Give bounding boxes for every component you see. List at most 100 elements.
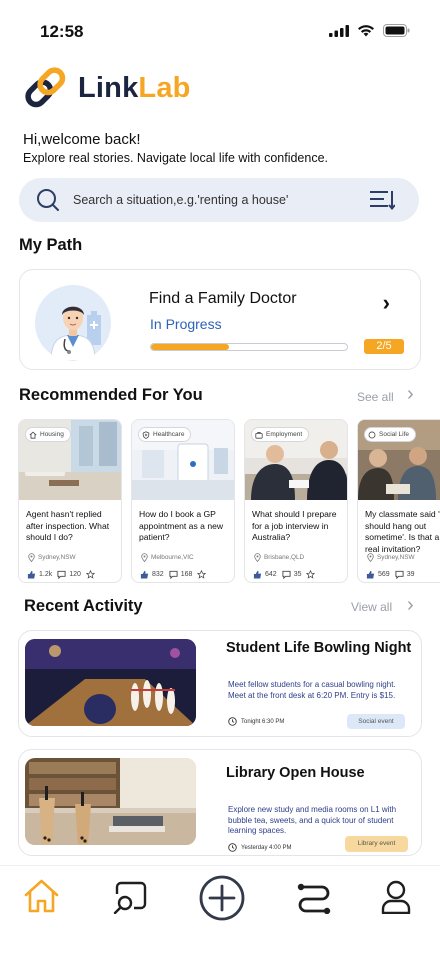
recommended-tag: Employment xyxy=(251,427,310,442)
search-icon xyxy=(37,189,59,211)
activity-title: Library Open House xyxy=(226,765,365,781)
recommended-card-stats: 832 168 xyxy=(140,570,207,579)
recommended-card[interactable]: Employment What should I prepare for a j… xyxy=(244,419,348,583)
shield-health-icon xyxy=(142,430,150,439)
comment-count[interactable]: 168 xyxy=(169,570,192,579)
recommended-card-text: Agent hasn't replied after inspection. W… xyxy=(26,509,110,543)
wifi-icon xyxy=(358,25,374,37)
welcome-subtitle: Explore real stories. Navigate local lif… xyxy=(23,151,329,165)
recommended-tag-label: Social Life xyxy=(379,431,409,438)
location-pin-icon xyxy=(254,553,261,562)
path-card[interactable]: Find a Family Doctor In Progress › 2/5 xyxy=(19,269,421,370)
location-label: Sydney,NSW xyxy=(377,554,415,561)
thumbs-up-icon xyxy=(140,570,149,579)
chevron-right-icon[interactable]: › xyxy=(383,290,390,316)
search-input[interactable]: Search a situation,e.g.'renting a house' xyxy=(73,193,288,207)
star-icon[interactable] xyxy=(306,570,316,579)
bowling-photo xyxy=(25,639,196,726)
chat-bubbles-icon xyxy=(368,431,376,438)
recommended-card-text: My classmate said 'we should hang out so… xyxy=(365,509,440,554)
activity-badge: Library event xyxy=(345,836,408,852)
chain-link-logo-icon xyxy=(25,67,66,108)
path-progress-fill xyxy=(151,344,230,350)
sort-filter-icon[interactable] xyxy=(369,189,395,211)
path-progress-bar xyxy=(150,343,348,351)
recommended-card-location: Brisbane,QLD xyxy=(254,553,304,562)
activity-title: Student Life Bowling Night xyxy=(226,640,412,656)
search-stories-icon[interactable] xyxy=(112,880,148,914)
recommended-card-stats: 1.2k 120 xyxy=(27,570,95,579)
activity-description: Meet fellow students for a casual bowlin… xyxy=(228,680,396,700)
search-bar[interactable]: Search a situation,e.g.'renting a house' xyxy=(19,178,419,222)
activity-description: Explore new study and media rooms on L1 … xyxy=(228,805,397,835)
recent-activity-title: Recent Activity xyxy=(24,597,143,615)
recommended-card[interactable]: Housing Agent hasn't replied after inspe… xyxy=(18,419,122,583)
recommended-card[interactable]: Social Life My classmate said 'we should… xyxy=(357,419,440,583)
housing-photo: Housing xyxy=(19,420,121,500)
healthcare-photo: Healthcare xyxy=(132,420,234,500)
activity-time-label: Tonight 6:30 PM xyxy=(241,718,285,725)
chevron-right-icon[interactable]: › xyxy=(407,383,414,406)
comment-icon xyxy=(282,570,291,579)
activity-time: Tonight 6:30 PM xyxy=(228,717,284,726)
signal-icon xyxy=(329,24,349,37)
location-label: Melbourne,VIC xyxy=(151,554,194,561)
recommended-card[interactable]: Healthcare How do I book a GP appointmen… xyxy=(131,419,235,583)
activity-card[interactable]: Student Life Bowling Night Meet fellow s… xyxy=(18,630,422,737)
comment-count[interactable]: 120 xyxy=(57,570,81,579)
path-card-status: In Progress xyxy=(150,316,222,332)
view-all-link[interactable]: View all xyxy=(351,600,392,614)
thumbs-up-icon xyxy=(366,570,375,579)
clock-icon xyxy=(228,717,237,726)
comment-icon xyxy=(169,570,178,579)
recommended-tag-label: Healthcare xyxy=(153,431,185,438)
recommended-card-location: Sydney,NSW xyxy=(367,553,415,562)
status-bar: 12:58 xyxy=(0,0,440,56)
like-count[interactable]: 1.2k xyxy=(27,570,52,579)
chevron-right-icon[interactable]: › xyxy=(407,594,414,617)
recommended-tag-label: Employment xyxy=(266,431,303,438)
location-pin-icon xyxy=(367,553,374,562)
recommended-title: Recommended For You xyxy=(19,386,203,404)
like-count[interactable]: 832 xyxy=(140,570,164,579)
app-logo: LinkLab xyxy=(22,64,191,112)
recommended-card-stats: 642 35 xyxy=(253,570,316,579)
doctor-avatar xyxy=(35,285,111,361)
comment-icon xyxy=(395,570,404,579)
employment-photo: Employment xyxy=(245,420,347,500)
recommended-card-text: How do I book a GP appointment as a new … xyxy=(139,509,224,543)
status-icons xyxy=(329,24,410,37)
like-count[interactable]: 642 xyxy=(253,570,277,579)
thumbs-up-icon xyxy=(253,570,262,579)
add-icon[interactable] xyxy=(199,875,245,921)
star-icon[interactable] xyxy=(197,570,207,579)
my-path-title: My Path xyxy=(19,236,83,254)
location-pin-icon xyxy=(141,553,148,562)
status-time: 12:58 xyxy=(40,22,84,41)
see-all-link[interactable]: See all xyxy=(357,390,394,404)
comment-count[interactable]: 35 xyxy=(282,570,301,579)
activity-time-label: Yesterday 4:00 PM xyxy=(241,844,292,851)
path-card-title: Find a Family Doctor xyxy=(149,290,297,307)
route-icon[interactable] xyxy=(297,882,331,914)
star-icon[interactable] xyxy=(85,570,95,579)
home-icon xyxy=(29,431,37,439)
recommended-tag: Housing xyxy=(25,427,71,442)
home-icon[interactable] xyxy=(23,878,60,914)
activity-badge: Social event xyxy=(347,714,405,729)
recommended-card-text: What should I prepare for a job intervie… xyxy=(252,509,337,543)
battery-icon xyxy=(383,24,410,37)
library-photo xyxy=(25,758,196,845)
location-label: Brisbane,QLD xyxy=(264,554,305,561)
like-count[interactable]: 569 xyxy=(366,570,390,579)
recommended-tag-label: Housing xyxy=(40,431,64,438)
recommended-card-stats: 569 39 xyxy=(366,570,414,579)
activity-card[interactable]: Library Open House Explore new study and… xyxy=(18,749,422,856)
recommended-card-location: Sydney,NSW xyxy=(28,553,76,562)
location-pin-icon xyxy=(28,553,35,562)
activity-time: Yesterday 4:00 PM xyxy=(228,843,291,852)
location-label: Sydney,NSW xyxy=(38,554,76,561)
comment-count[interactable]: 39 xyxy=(395,570,414,579)
profile-icon[interactable] xyxy=(380,880,412,914)
app-name-lab: Lab xyxy=(138,71,191,104)
